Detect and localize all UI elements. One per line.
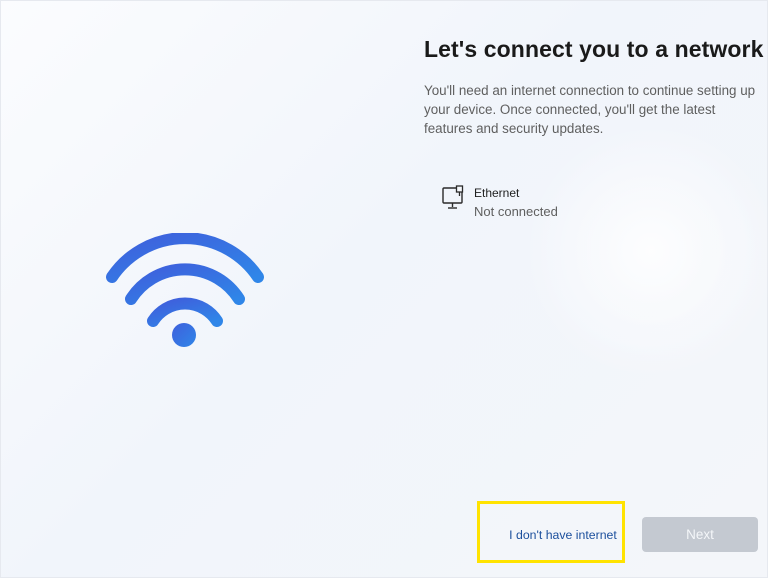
- network-item-ethernet[interactable]: Ethernet Not connected: [441, 183, 641, 223]
- no-internet-link[interactable]: I don't have internet: [493, 518, 633, 552]
- network-status: Not connected: [474, 204, 558, 219]
- connect-panel: Let's connect you to a network You'll ne…: [424, 35, 764, 219]
- next-button[interactable]: Next: [642, 517, 758, 552]
- ethernet-monitor-icon: [441, 185, 467, 211]
- network-name: Ethernet: [474, 186, 520, 200]
- page-description: You'll need an internet connection to co…: [424, 83, 756, 136]
- setup-window: Let's connect you to a network You'll ne…: [0, 0, 768, 578]
- background-glow: [521, 121, 768, 381]
- page-title: Let's connect you to a network: [424, 36, 764, 62]
- wifi-icon: [105, 232, 265, 353]
